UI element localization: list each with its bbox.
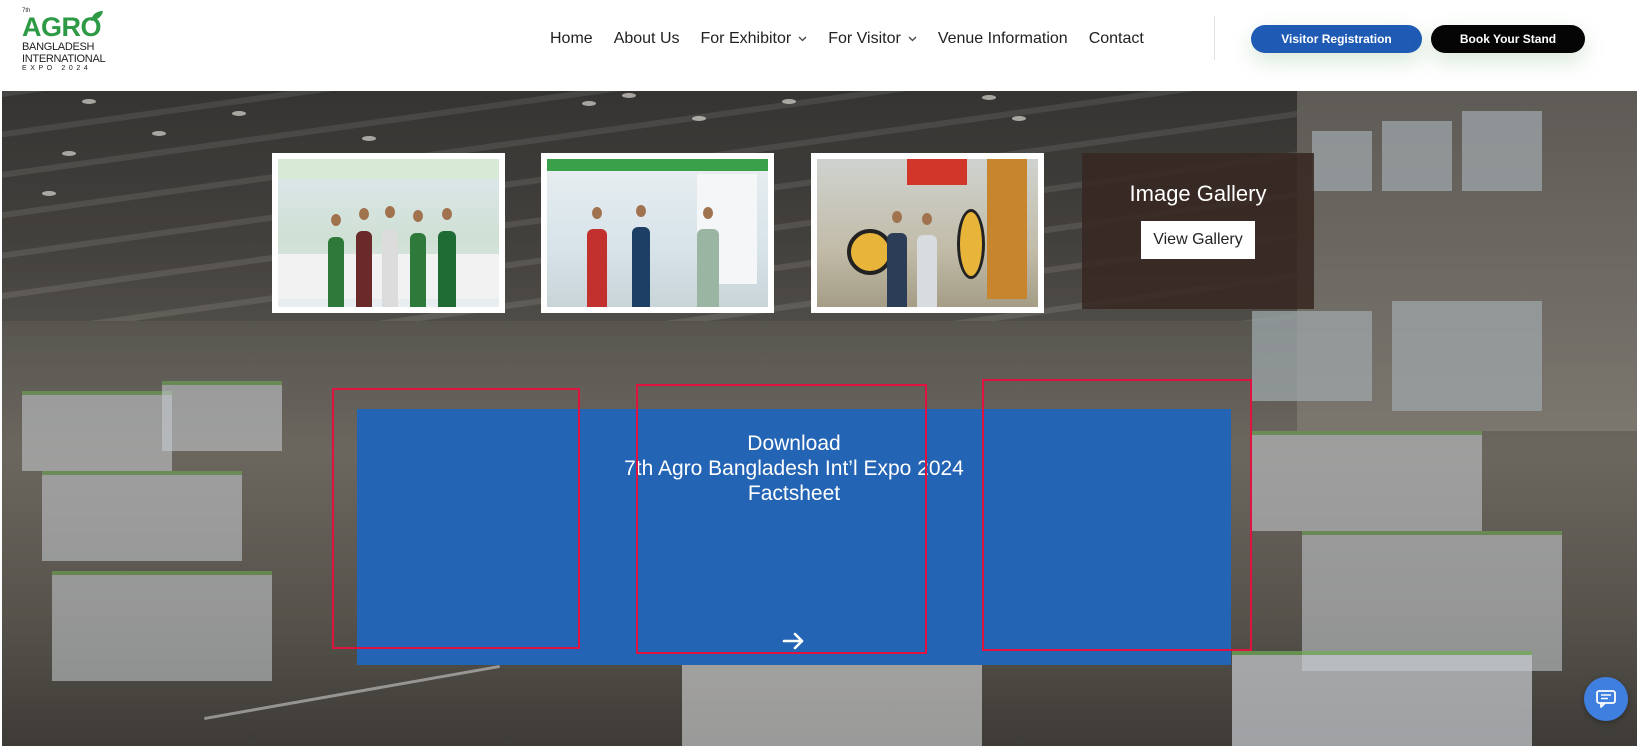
hall-window xyxy=(1252,311,1372,401)
gallery-thumbnail-3[interactable] xyxy=(811,153,1044,313)
site-header: 7th AGRO BANGLADESH INTERNATIONAL EXPO 2… xyxy=(0,0,1639,91)
main-nav: Home About Us For Exhibitor For Visitor … xyxy=(550,26,1165,52)
view-gallery-button[interactable]: View Gallery xyxy=(1141,221,1255,259)
expo-booth xyxy=(22,391,172,471)
ceiling-light xyxy=(622,93,636,98)
ceiling-light xyxy=(62,151,76,156)
ceiling-light xyxy=(1012,116,1026,121)
logo-line-bangladesh: BANGLADESH xyxy=(22,41,95,53)
nav-divider xyxy=(1214,16,1215,60)
ceiling-light xyxy=(982,95,996,100)
ceiling-light xyxy=(42,191,56,196)
ceiling-light xyxy=(232,111,246,116)
gallery-photo xyxy=(547,159,768,307)
nav-item-home[interactable]: Home xyxy=(550,30,593,48)
chevron-down-icon xyxy=(798,36,807,42)
ceiling-light xyxy=(362,136,376,141)
nav-item-label: Home xyxy=(550,30,593,47)
logo-line-expo: EXPO 2024 xyxy=(22,65,92,72)
hall-window xyxy=(1462,111,1542,191)
expo-booth xyxy=(52,571,272,681)
chat-icon xyxy=(1596,690,1616,708)
gallery-thumbnail-1[interactable] xyxy=(272,153,505,313)
expo-booth xyxy=(1252,431,1482,531)
hall-window xyxy=(1382,121,1452,191)
nav-item-contact[interactable]: Contact xyxy=(1089,30,1144,48)
annotation-rect-3 xyxy=(982,379,1252,651)
visitor-registration-button[interactable]: Visitor Registration xyxy=(1251,25,1422,53)
nav-item-for-visitor[interactable]: For Visitor xyxy=(828,30,917,48)
hall-window xyxy=(1312,131,1372,191)
chevron-down-icon xyxy=(908,36,917,42)
book-your-stand-button[interactable]: Book Your Stand xyxy=(1431,25,1585,53)
expo-booth xyxy=(162,381,282,451)
expo-booth xyxy=(682,651,982,746)
logo-line-international: INTERNATIONAL xyxy=(22,53,106,65)
image-gallery-panel: Image Gallery View Gallery xyxy=(1082,153,1314,309)
nav-item-venue-information[interactable]: Venue Information xyxy=(938,30,1068,48)
nav-item-label: Contact xyxy=(1088,30,1144,47)
image-gallery-title: Image Gallery xyxy=(1129,181,1267,206)
ceiling-light xyxy=(82,99,96,104)
gallery-thumbnail-2[interactable] xyxy=(541,153,774,313)
nav-item-label: For Exhibitor xyxy=(700,30,792,47)
annotation-rect-1 xyxy=(332,388,580,649)
ceiling-light xyxy=(152,131,166,136)
leaf-icon xyxy=(91,11,103,21)
gallery-photo xyxy=(278,159,499,307)
nav-item-for-exhibitor[interactable]: For Exhibitor xyxy=(701,30,808,48)
expo-booth xyxy=(1232,651,1532,746)
nav-item-label: About Us xyxy=(613,30,680,47)
ceiling-light xyxy=(782,99,796,104)
site-logo[interactable]: 7th AGRO BANGLADESH INTERNATIONAL EXPO 2… xyxy=(20,6,110,72)
nav-item-label: For Visitor xyxy=(828,30,901,47)
ceiling-light xyxy=(692,116,706,121)
nav-item-label: Venue Information xyxy=(937,30,1068,47)
gallery-photo xyxy=(817,159,1038,307)
expo-booth xyxy=(1302,531,1562,671)
nav-item-about-us[interactable]: About Us xyxy=(614,30,680,48)
annotation-rect-2 xyxy=(636,384,927,654)
hall-window xyxy=(1392,301,1542,411)
chat-button[interactable] xyxy=(1584,677,1628,721)
ceiling-light xyxy=(582,101,596,106)
expo-booth xyxy=(42,471,242,561)
hero-section: Image Gallery View Gallery Download 7th … xyxy=(2,91,1637,746)
